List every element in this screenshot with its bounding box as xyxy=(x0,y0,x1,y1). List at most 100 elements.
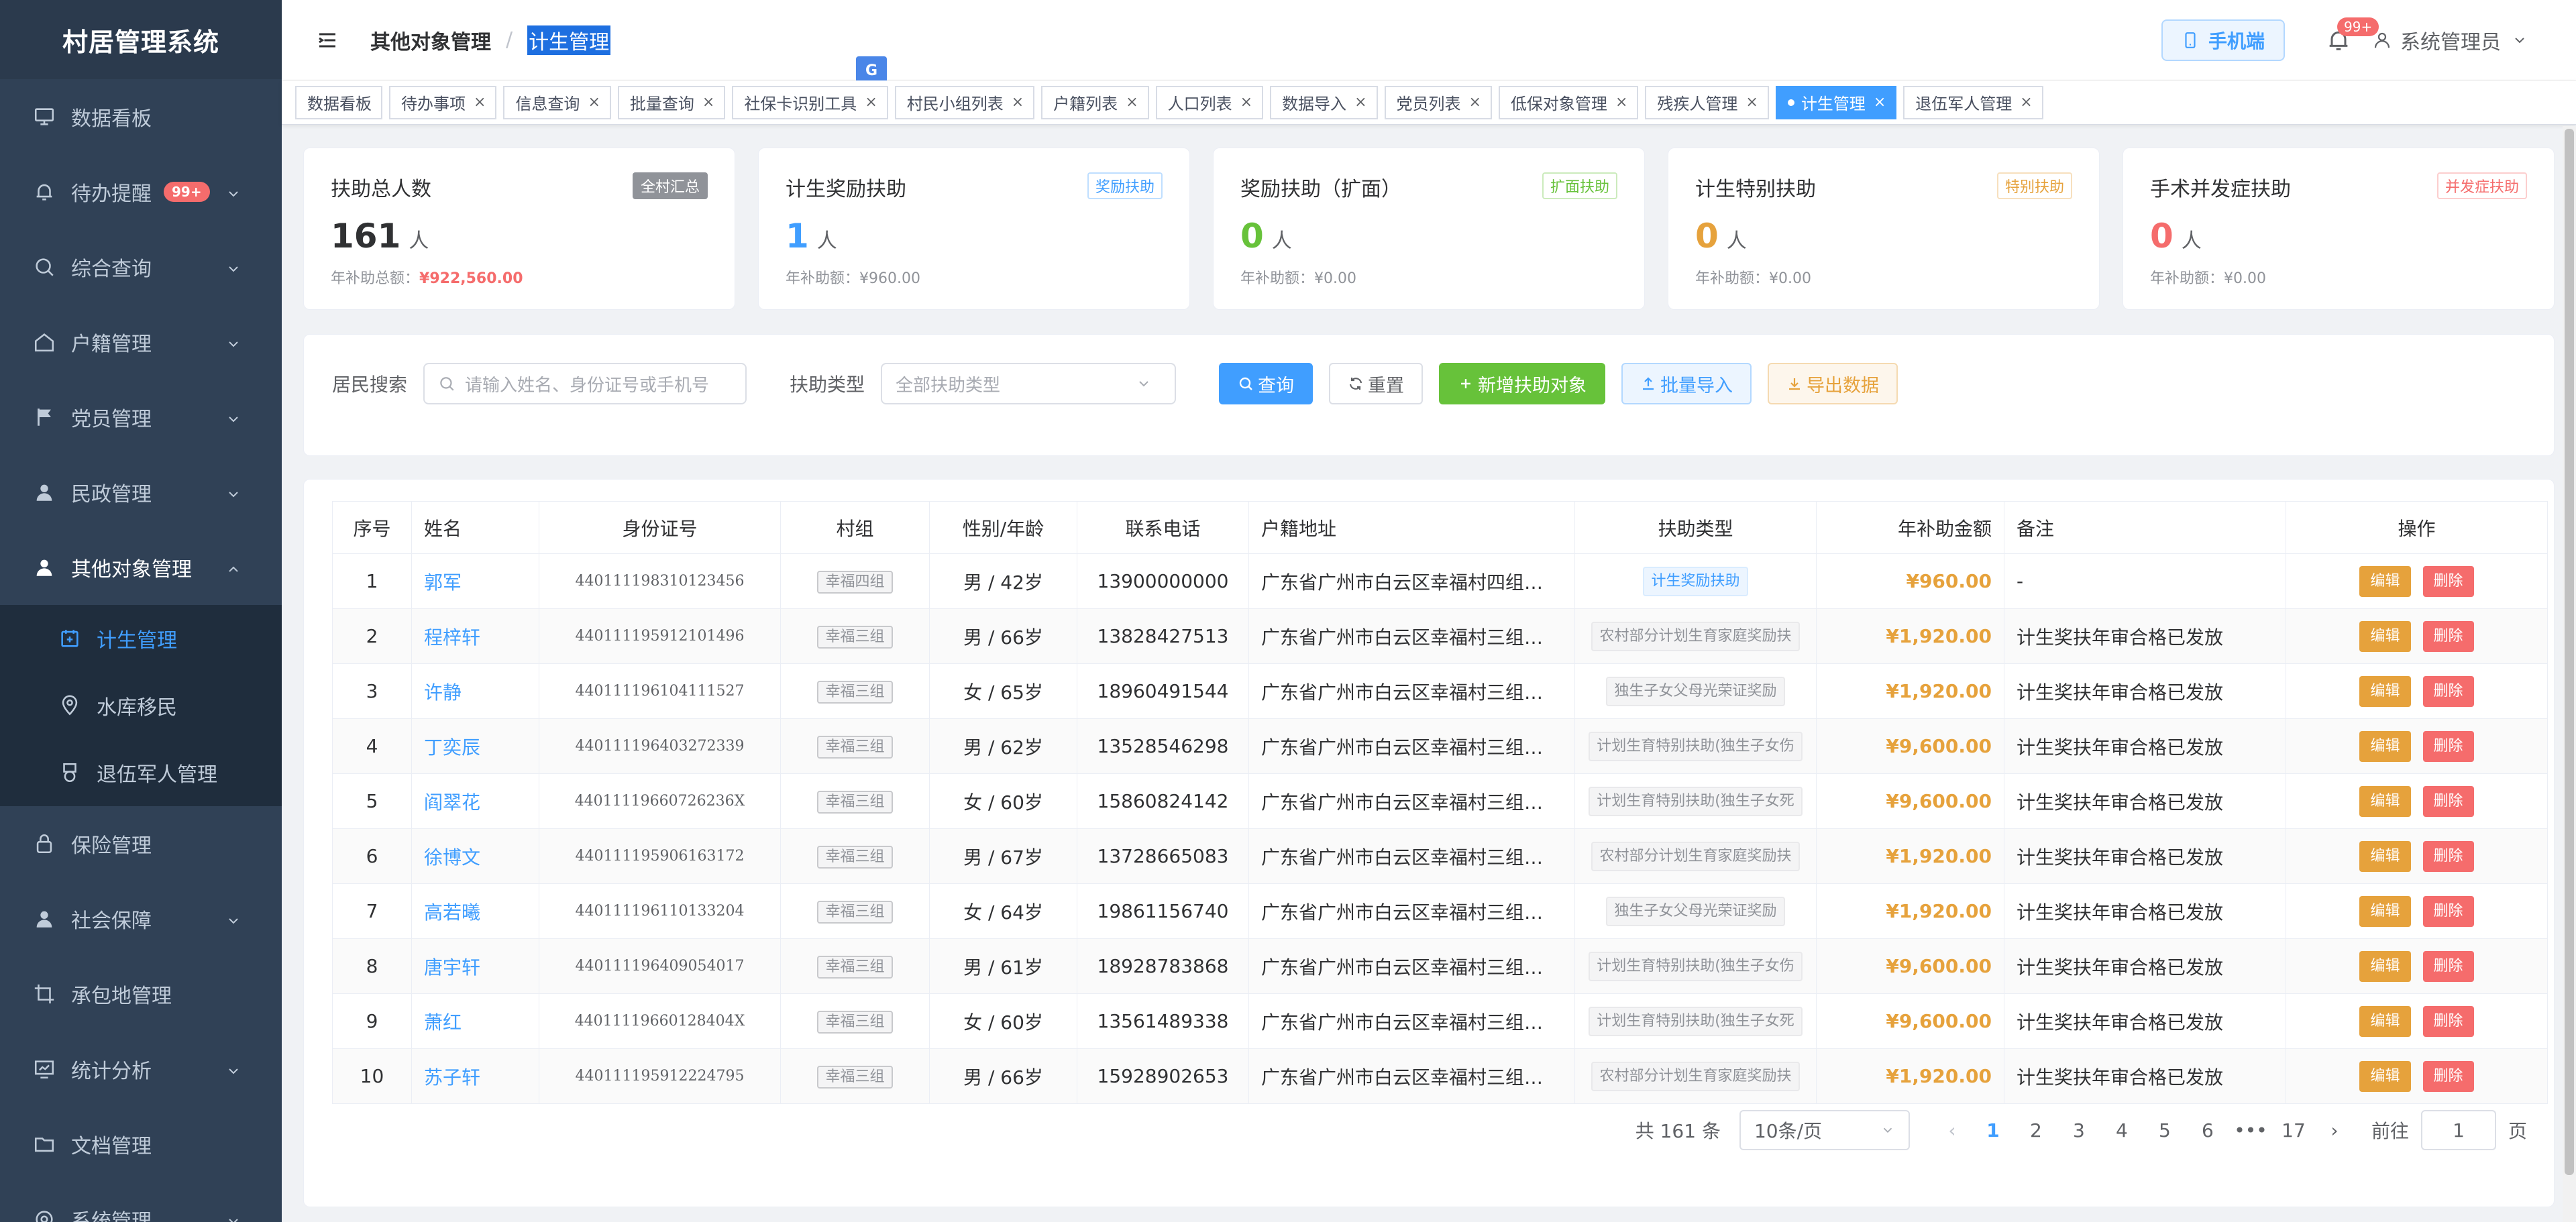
query-button[interactable]: 查询 xyxy=(1219,363,1313,404)
sidebar-item-query[interactable]: 综合查询 xyxy=(0,229,282,304)
sidebar-item-statistics[interactable]: 统计分析 xyxy=(0,1032,282,1107)
resident-search-input[interactable]: 请输入姓名、身份证号或手机号 xyxy=(423,363,747,404)
edit-button[interactable]: 编辑 xyxy=(2359,620,2411,652)
close-icon[interactable]: × xyxy=(1126,94,1138,111)
next-page-button[interactable]: › xyxy=(2324,1119,2345,1142)
page-number[interactable]: 2 xyxy=(2015,1119,2057,1142)
cell-name-link[interactable]: 阎翠花 xyxy=(424,791,480,814)
close-icon[interactable]: × xyxy=(2020,94,2032,111)
tag-item[interactable]: 党员列表 × xyxy=(1384,85,1492,119)
edit-button[interactable]: 编辑 xyxy=(2359,895,2411,927)
tag-item[interactable]: 村民小组列表 × xyxy=(894,85,1035,119)
tag-item[interactable]: 残疾人管理 × xyxy=(1645,85,1769,119)
tag-item[interactable]: 社保卡识别工具 × xyxy=(732,85,888,119)
close-icon[interactable]: × xyxy=(702,94,714,111)
edit-button[interactable]: 编辑 xyxy=(2359,675,2411,707)
close-icon[interactable]: × xyxy=(1746,94,1758,111)
delete-button[interactable]: 删除 xyxy=(2422,675,2474,707)
mobile-button[interactable]: 手机端 xyxy=(2161,19,2285,61)
page-number[interactable]: 3 xyxy=(2057,1119,2100,1142)
cell-name-link[interactable]: 丁奕辰 xyxy=(424,736,480,759)
tag-item[interactable]: 数据导入 × xyxy=(1270,85,1378,119)
batch-import-button[interactable]: 批量导入 xyxy=(1621,363,1752,404)
sidebar-item-system[interactable]: 系统管理 xyxy=(0,1182,282,1222)
close-icon[interactable]: × xyxy=(1240,94,1252,111)
cell-name-link[interactable]: 高若曦 xyxy=(424,901,480,924)
support-type-select[interactable]: 全部扶助类型 xyxy=(881,363,1177,404)
sidebar-item-family-planning[interactable]: 计生管理 xyxy=(0,605,282,672)
cell-name-link[interactable]: 徐博文 xyxy=(424,846,480,869)
sidebar-item-documents[interactable]: 文档管理 xyxy=(0,1107,282,1182)
edit-button[interactable]: 编辑 xyxy=(2359,950,2411,982)
breadcrumb-parent[interactable]: 其他对象管理 xyxy=(370,25,491,55)
sidebar-item-reservoir[interactable]: 水库移民 xyxy=(0,672,282,739)
tag-item[interactable]: 低保对象管理 × xyxy=(1498,85,1639,119)
hamburger-icon[interactable] xyxy=(315,28,339,52)
close-icon[interactable]: × xyxy=(1469,94,1481,111)
sidebar-item-social-security[interactable]: 社会保障 xyxy=(0,881,282,956)
page-number[interactable]: 17 xyxy=(2272,1119,2315,1142)
delete-button[interactable]: 删除 xyxy=(2422,1060,2474,1092)
sidebar-item-veterans[interactable]: 退伍军人管理 xyxy=(0,739,282,806)
tag-item[interactable]: 退伍军人管理 × xyxy=(1903,85,2043,119)
cell-name-link[interactable]: 萧红 xyxy=(424,1011,462,1034)
delete-button[interactable]: 删除 xyxy=(2422,1005,2474,1037)
delete-button[interactable]: 删除 xyxy=(2422,785,2474,817)
export-button[interactable]: 导出数据 xyxy=(1768,363,1898,404)
edit-button[interactable]: 编辑 xyxy=(2359,565,2411,597)
close-icon[interactable]: × xyxy=(474,94,486,111)
sidebar-item-party[interactable]: 党员管理 xyxy=(0,380,282,455)
cell-name-link[interactable]: 程梓轩 xyxy=(424,626,480,649)
goto-input[interactable]: 1 xyxy=(2420,1110,2496,1150)
sidebar-item-todo[interactable]: 待办提醒 99+ xyxy=(0,154,282,229)
cell-name-link[interactable]: 郭军 xyxy=(424,571,462,594)
page-number[interactable]: 5 xyxy=(2143,1119,2186,1142)
tag-item[interactable]: 数据看板 xyxy=(295,85,382,119)
page-scrollbar[interactable] xyxy=(2563,126,2576,1222)
page-number[interactable]: 1 xyxy=(1972,1119,2015,1142)
sidebar-item-civil[interactable]: 民政管理 xyxy=(0,455,282,530)
page-number[interactable]: 4 xyxy=(2100,1119,2143,1142)
close-icon[interactable]: × xyxy=(1012,94,1024,111)
scrollbar-thumb[interactable] xyxy=(2565,129,2574,1175)
tag-item-active[interactable]: 计生管理 × xyxy=(1775,85,1897,119)
close-icon[interactable]: × xyxy=(865,94,877,111)
close-icon[interactable]: × xyxy=(1615,94,1627,111)
tag-item[interactable]: 户籍列表 × xyxy=(1041,85,1149,119)
edit-button[interactable]: 编辑 xyxy=(2359,730,2411,762)
page-number[interactable]: 6 xyxy=(2186,1119,2229,1142)
notification-bell[interactable]: 99+ xyxy=(2325,17,2379,54)
tag-item[interactable]: 批量查询 × xyxy=(617,85,726,119)
prev-page-button[interactable]: ‹ xyxy=(1942,1119,1962,1142)
sidebar-item-other-objects[interactable]: 其他对象管理 xyxy=(0,530,282,605)
user-menu[interactable]: 系统管理员 xyxy=(2372,25,2536,55)
delete-button[interactable]: 删除 xyxy=(2422,620,2474,652)
edit-button[interactable]: 编辑 xyxy=(2359,785,2411,817)
sidebar-item-household[interactable]: 户籍管理 xyxy=(0,304,282,380)
cell-name-link[interactable]: 唐宇轩 xyxy=(424,956,480,979)
close-icon[interactable]: × xyxy=(588,94,600,111)
tag-item[interactable]: 信息查询 × xyxy=(503,85,611,119)
add-support-button[interactable]: 新增扶助对象 xyxy=(1439,363,1606,404)
tag-label: 低保对象管理 xyxy=(1510,95,1607,113)
sidebar-item-insurance[interactable]: 保险管理 xyxy=(0,806,282,881)
close-icon[interactable]: × xyxy=(1354,94,1366,111)
cell-name-link[interactable]: 许静 xyxy=(424,681,462,704)
edit-button[interactable]: 编辑 xyxy=(2359,1060,2411,1092)
page-ellipsis[interactable]: ••• xyxy=(2229,1119,2272,1142)
tag-item[interactable]: 人口列表 × xyxy=(1155,85,1264,119)
delete-button[interactable]: 删除 xyxy=(2422,840,2474,872)
tag-item[interactable]: 待办事项 × xyxy=(389,85,497,119)
page-size-select[interactable]: 10条/页 xyxy=(1739,1110,1910,1150)
sidebar-item-dashboard[interactable]: 数据看板 xyxy=(0,79,282,154)
delete-button[interactable]: 删除 xyxy=(2422,950,2474,982)
edit-button[interactable]: 编辑 xyxy=(2359,840,2411,872)
edit-button[interactable]: 编辑 xyxy=(2359,1005,2411,1037)
delete-button[interactable]: 删除 xyxy=(2422,565,2474,597)
delete-button[interactable]: 删除 xyxy=(2422,730,2474,762)
reset-button[interactable]: 重置 xyxy=(1329,363,1424,404)
close-icon[interactable]: × xyxy=(1874,94,1886,111)
cell-name-link[interactable]: 苏子轩 xyxy=(424,1066,480,1089)
delete-button[interactable]: 删除 xyxy=(2422,895,2474,927)
sidebar-item-land[interactable]: 承包地管理 xyxy=(0,956,282,1032)
